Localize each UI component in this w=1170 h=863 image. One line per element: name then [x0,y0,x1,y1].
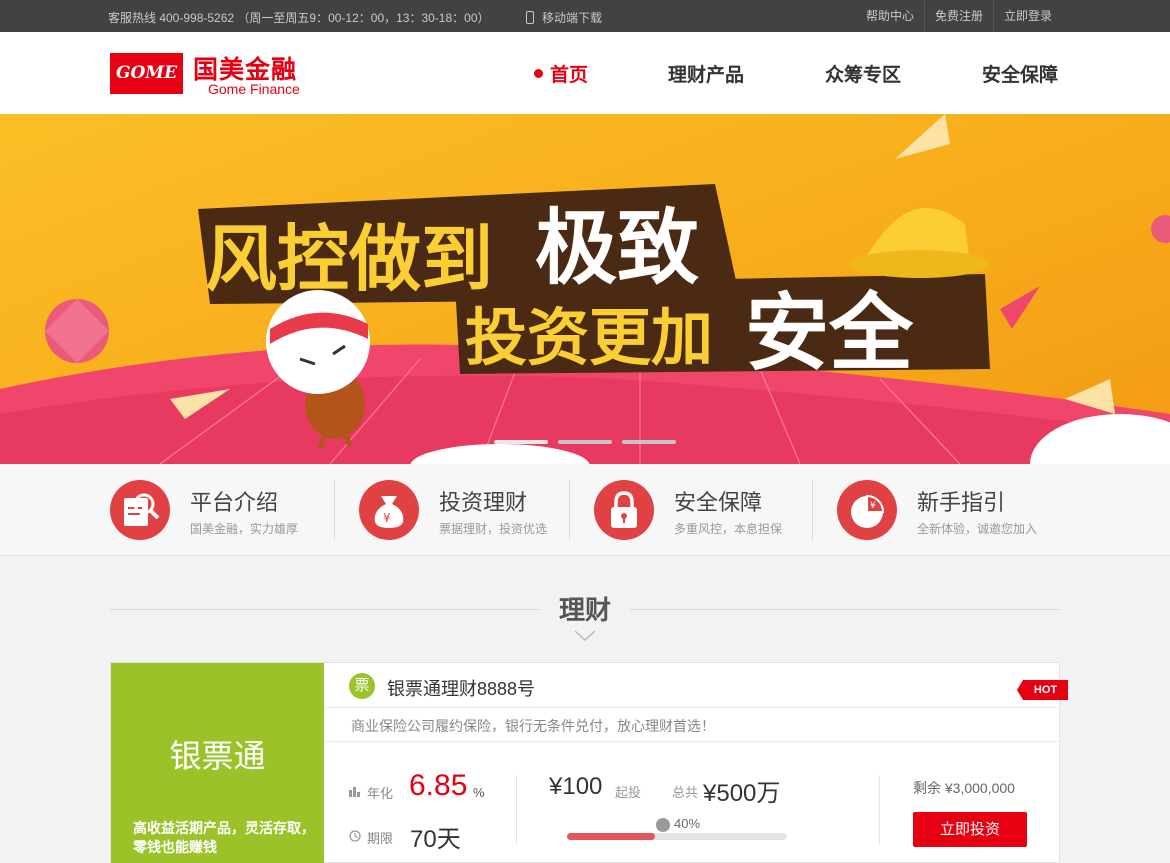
carousel-dot[interactable] [494,440,548,444]
total-amount: ¥500万 [703,780,781,807]
annual-rate: 6.85 [409,769,468,802]
active-dot-icon [534,69,543,78]
service-hotline: 客服热线 400-998-5262 （周一至周五9：00-12：00，13：30… [108,11,490,25]
pie-chart-icon: ¥ [837,480,897,540]
gome-logo[interactable]: GOME [110,53,183,94]
top-bar: 客服热线 400-998-5262 （周一至周五9：00-12：00，13：30… [0,0,1170,32]
carousel-dot[interactable] [622,440,676,444]
mobile-download-label: 移动端下载 [542,11,603,25]
phone-icon [526,11,534,24]
progress-bar [567,833,787,840]
term-value: 70天 [410,826,461,853]
feature-title: 新手指引 [917,490,1006,515]
feature-strip: 平台介绍 国美金融，实力雄厚 ¥ 投资理财 票据理财，投资优选 安全保障 多重风… [0,464,1170,556]
chevron-down-icon [574,630,596,642]
top-links: 帮助中心 免费注册 立即登录 [856,0,1062,32]
help-center-link[interactable]: 帮助中心 [856,0,924,32]
product-title[interactable]: 银票通理财8888号 [387,675,535,701]
remaining-amount: 剩余 ¥3,000,000 [913,780,1015,796]
lock-icon [594,480,654,540]
banner-line1b: 极致 [535,201,699,296]
svg-text:¥: ¥ [870,501,876,511]
product-category-desc: 高收益活期产品，灵活存取，零钱也能赚钱 [133,820,315,855]
carousel-dots [494,440,676,444]
feature-subtitle: 多重风控，本息担保 [674,522,783,536]
divider [324,741,1060,742]
divider [324,707,1060,708]
svg-text:¥: ¥ [383,511,391,525]
document-search-icon [110,480,170,540]
product-description: 商业保险公司履约保险，银行无条件兑付，放心理财首选！ [351,718,715,734]
carousel-dot[interactable] [558,440,612,444]
min-investment: ¥100 [549,773,603,800]
feature-title: 投资理财 [439,490,528,515]
product-category-name: 银票通 [169,738,266,774]
bill-badge-icon: 票 [349,673,375,699]
product-category-panel[interactable]: 银票通 高收益活期产品，灵活存取，零钱也能赚钱 [111,663,324,863]
nav-products[interactable]: 理财产品 [668,60,744,87]
feature-subtitle: 票据理财，投资优选 [439,522,548,536]
nav-security[interactable]: 安全保障 [982,60,1058,87]
bar-chart-icon [349,787,360,797]
hot-tag: HOT [1017,680,1068,700]
progress-fill [567,833,655,840]
banner-illustration: 风控做到 极致 投资更加 安全 [0,114,1170,464]
nav-crowdfunding[interactable]: 众筹专区 [825,60,901,87]
banner-line2a: 投资更加 [465,301,713,374]
progress-percent: 40% [674,816,701,831]
money-bag-icon: ¥ [359,480,419,540]
term-label: 期限 [367,831,394,846]
header: GOME 国美金融 Gome Finance 首页 理财产品 众筹专区 安全保障 [0,32,1170,114]
register-link[interactable]: 免费注册 [923,0,993,32]
total-label: 总共 [672,785,699,800]
feature-subtitle: 全新体验，诚邀您加入 [917,522,1038,536]
invest-now-button[interactable]: 立即投资 [913,812,1027,847]
banner-line1a: 风控做到 [205,217,493,301]
feature-title: 平台介绍 [190,490,279,515]
logo-english-name: Gome Finance [208,81,300,97]
feature-subtitle: 国美金融，实力雄厚 [190,522,299,536]
divider [879,775,880,845]
clock-icon [349,830,361,842]
divider [334,480,335,540]
rate-unit: % [473,785,485,800]
section-title: 理财 [550,595,619,625]
divider [516,775,517,845]
product-card: 银票通 高收益活期产品，灵活存取，零钱也能赚钱 票 银票通理财8888号 HOT… [110,662,1068,863]
banner-line2b: 安全 [745,284,914,382]
divider [569,480,570,540]
divider [812,480,813,540]
progress-knob [656,818,670,832]
login-link[interactable]: 立即登录 [992,0,1062,32]
feature-title: 安全保障 [674,490,763,515]
nav-home[interactable]: 首页 [534,60,588,87]
mobile-download-link[interactable]: 移动端下载 [526,9,602,26]
rate-label: 年化 [367,786,394,801]
section-heading: 理财 [0,590,1170,627]
hero-banner[interactable]: 风控做到 极致 投资更加 安全 [0,114,1170,464]
min-investment-label: 起投 [615,785,642,800]
nav-home-label: 首页 [550,65,589,86]
